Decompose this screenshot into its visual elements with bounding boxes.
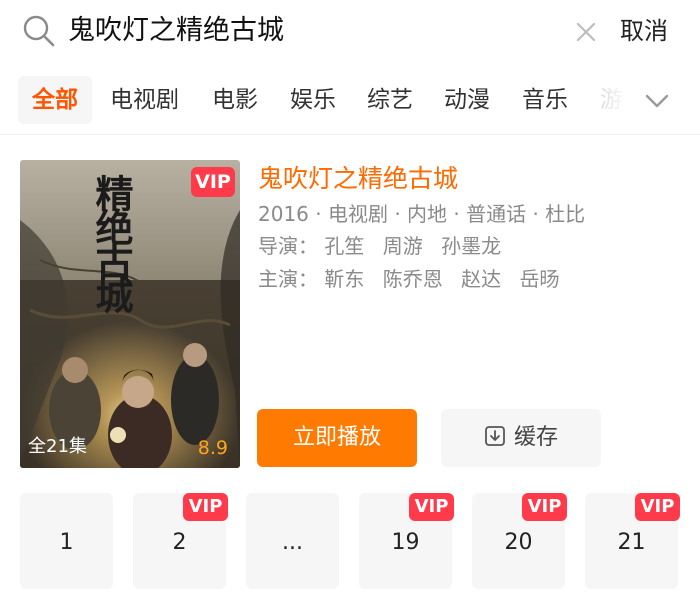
episode-label: ... [282, 530, 303, 555]
vip-badge: VIP [522, 493, 567, 521]
cast-name[interactable]: 靳东 [324, 267, 364, 291]
cast-name[interactable]: 陈乔恩 [383, 267, 443, 291]
episode-button-1[interactable]: 1 [20, 493, 113, 589]
rating-score: 8.9 [197, 437, 228, 459]
divider [0, 134, 700, 135]
cast-label: 主演： [258, 267, 318, 291]
cancel-button[interactable]: 取消 [620, 13, 668, 49]
tab-all[interactable]: 全部 [18, 76, 92, 124]
meta-info: 2016 · 电视剧 · 内地 · 普通话 · 杜比 [258, 202, 586, 226]
episode-label: 21 [617, 530, 646, 555]
download-icon [485, 426, 505, 446]
episode-button-20[interactable]: 20 VIP [472, 493, 567, 589]
vip-badge: VIP [409, 493, 454, 521]
episode-label: 20 [504, 530, 533, 555]
episode-label: 19 [391, 530, 420, 555]
tab-tv-series[interactable]: 电视剧 [110, 76, 179, 124]
director-name[interactable]: 孙墨龙 [441, 234, 501, 258]
director-name[interactable]: 周游 [383, 234, 423, 258]
chevron-down-icon[interactable] [644, 88, 670, 114]
director-name[interactable]: 孔笙 [324, 234, 364, 258]
episode-label: 1 [59, 530, 74, 555]
cast-name[interactable]: 赵达 [461, 267, 501, 291]
cache-button[interactable]: 缓存 [441, 409, 601, 467]
episode-button-21[interactable]: 21 VIP [585, 493, 680, 589]
close-icon[interactable] [574, 20, 598, 44]
episode-label: 2 [172, 530, 187, 555]
cast-name[interactable]: 岳旸 [519, 267, 559, 291]
tab-movies[interactable]: 电影 [212, 76, 258, 124]
category-tabs: 全部 电视剧 电影 娱乐 综艺 动漫 音乐 游 [0, 74, 700, 128]
vip-badge: VIP [635, 493, 680, 521]
result-title[interactable]: 鬼吹灯之精绝古城 [258, 162, 458, 196]
search-icon [23, 15, 55, 47]
episode-button-19[interactable]: 19 VIP [359, 493, 454, 589]
poster-image[interactable]: 精绝古城 VIP 全21集 8.9 [20, 160, 240, 468]
cache-label: 缓存 [513, 425, 558, 450]
tab-entertainment[interactable]: 娱乐 [290, 76, 336, 124]
directors-row: 导演： 孔笙 周游 孙墨龙 [258, 232, 513, 260]
cast-row: 主演： 靳东 陈乔恩 赵达 岳旸 [258, 265, 571, 293]
vip-badge: VIP [183, 493, 228, 521]
play-now-button[interactable]: 立即播放 [257, 409, 417, 467]
episode-more-button[interactable]: ... [246, 493, 339, 589]
directors-label: 导演： [258, 234, 318, 258]
episode-list: 1 2 VIP ... 19 VIP 20 VIP 21 VIP [20, 493, 680, 589]
search-bar: 鬼吹灯之精绝古城 取消 [0, 0, 700, 64]
poster-title-art: 精绝古城 [89, 174, 134, 310]
tab-music[interactable]: 音乐 [522, 76, 568, 124]
episode-count: 全21集 [28, 436, 87, 457]
tab-anime[interactable]: 动漫 [444, 76, 490, 124]
search-input[interactable]: 鬼吹灯之精绝古城 [68, 12, 284, 50]
tab-variety[interactable]: 综艺 [367, 76, 413, 124]
vip-badge: VIP [191, 167, 235, 197]
episode-button-2[interactable]: 2 VIP [133, 493, 228, 589]
